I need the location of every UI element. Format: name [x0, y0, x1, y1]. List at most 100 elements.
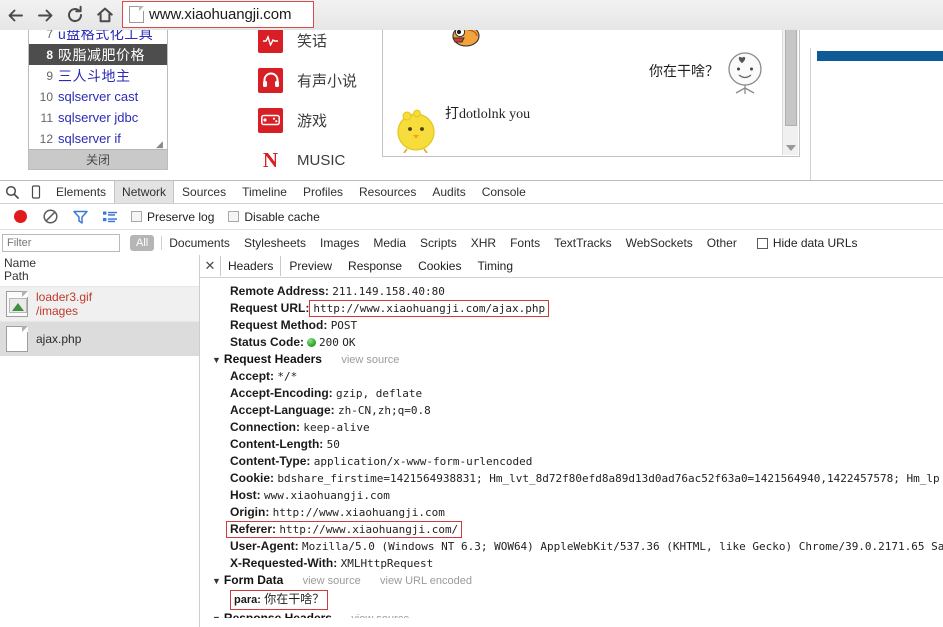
chat-scrollbar[interactable] [782, 30, 798, 155]
reload-icon[interactable] [60, 0, 90, 30]
generic-file-icon [6, 326, 28, 352]
header-accept-language: Accept-Language: zh-CN,zh;q=0.8 [212, 402, 943, 419]
header-content-type: Content-Type: application/x-www-form-url… [212, 453, 943, 470]
network-controls: Preserve log Disable cache [0, 204, 943, 230]
header-remote-address: Remote Address: 211.149.158.40:80 [212, 283, 943, 300]
tab-timing[interactable]: Timing [469, 256, 521, 276]
filter-type-other[interactable]: Other [707, 236, 737, 250]
header-key: Request URL: [230, 301, 310, 315]
header-value: POST [330, 319, 358, 332]
form-data-section[interactable]: ▼ Form Data view source view URL encoded [212, 572, 943, 589]
filter-type-documents[interactable]: Documents [169, 236, 230, 250]
channel-label: MUSIC [297, 151, 346, 169]
view-list-button[interactable] [95, 204, 125, 229]
tab-timeline[interactable]: Timeline [234, 181, 295, 203]
list-item[interactable]: 11 sqlserver jdbc [29, 107, 167, 128]
filter-type-websockets[interactable]: WebSockets [626, 236, 693, 250]
channel-item-audiobook[interactable]: 有声小说 [258, 60, 378, 100]
list-item[interactable]: 8 吸脂减肥价格 [29, 44, 167, 65]
channel-label: 有声小说 [297, 72, 358, 90]
forward-arrow-icon[interactable] [30, 0, 60, 30]
hide-data-urls-checkbox[interactable]: Hide data URLs [756, 236, 858, 250]
view-source-link[interactable]: view source [351, 613, 409, 618]
filter-input[interactable] [2, 234, 120, 252]
header-status-code: Status Code: 200 OK [212, 334, 943, 351]
filter-type-xhr[interactable]: XHR [471, 236, 496, 250]
list-item-label: sqlserver jdbc [58, 110, 139, 125]
header-connection: Connection: keep-alive [212, 419, 943, 436]
tab-cookies[interactable]: Cookies [410, 256, 469, 276]
filter-type-images[interactable]: Images [320, 236, 359, 250]
page-viewport: 7 u盘格式化工具 8 吸脂减肥价格 9 三人斗地主 10 sqlserver … [0, 30, 943, 180]
checkbox-box [756, 237, 768, 249]
clear-button[interactable] [35, 204, 65, 229]
tab-audits[interactable]: Audits [424, 181, 473, 203]
filter-type-texttracks[interactable]: TextTracks [554, 236, 612, 250]
device-mode-icon[interactable] [24, 181, 48, 203]
filter-type-scripts[interactable]: Scripts [420, 236, 457, 250]
tab-elements[interactable]: Elements [48, 181, 114, 203]
channel-item-joke[interactable]: 笑话 [258, 30, 378, 60]
form-data-key: para: [234, 594, 261, 606]
header-value: bdshare_firstime=1421564938831; Hm_lvt_8… [277, 472, 940, 485]
channel-item-music[interactable]: N MUSIC [258, 140, 378, 180]
column-header-path[interactable]: Path [4, 270, 195, 283]
filter-type-fonts[interactable]: Fonts [510, 236, 540, 250]
header-content-length: Content-Length: 50 [212, 436, 943, 453]
scroll-down-arrow-icon[interactable] [786, 145, 796, 151]
channel-item-game[interactable]: 游戏 [258, 100, 378, 140]
table-row[interactable]: ajax.php [0, 321, 199, 356]
tab-network[interactable]: Network [114, 181, 175, 203]
chat-message-user: 打dotlolnk you [445, 103, 530, 123]
tab-sources[interactable]: Sources [174, 181, 234, 203]
tab-preview[interactable]: Preview [281, 256, 340, 276]
home-icon[interactable] [90, 0, 120, 30]
hide-data-urls-label: Hide data URLs [772, 236, 858, 250]
filter-type-stylesheets[interactable]: Stylesheets [244, 236, 306, 250]
address-bar[interactable]: www.xiaohuangji.com [122, 1, 314, 28]
view-url-encoded-link[interactable]: view URL encoded [380, 575, 472, 587]
section-title: Response Headers [223, 611, 332, 618]
tab-headers[interactable]: Headers [220, 256, 282, 276]
filter-type-all[interactable]: All [130, 235, 155, 251]
view-source-link[interactable]: view source [341, 354, 399, 366]
tab-resources[interactable]: Resources [351, 181, 424, 203]
panel-header-bar [817, 51, 943, 61]
request-headers-section[interactable]: ▼ Request Headers view source [212, 351, 943, 368]
list-item[interactable]: 12 sqlserver if [29, 128, 167, 149]
tab-console[interactable]: Console [474, 181, 534, 203]
column-header-name[interactable]: Name [4, 257, 195, 270]
view-source-link[interactable]: view source [303, 575, 361, 587]
resource-file-name: loader3.gif [36, 290, 93, 304]
screenshot-root: www.xiaohuangji.com 7 u盘格式化工具 8 吸脂减肥价格 9… [0, 0, 943, 627]
image-file-icon [6, 291, 28, 317]
table-row[interactable]: loader3.gif /images [0, 286, 199, 321]
header-key: User-Agent: [230, 539, 299, 553]
list-item[interactable]: 9 三人斗地主 [29, 65, 167, 86]
resize-handle-icon[interactable]: ◢ [156, 140, 164, 149]
header-value: */* [277, 370, 298, 383]
header-key: Content-Type: [230, 454, 311, 468]
section-title: Form Data [223, 573, 284, 587]
list-item-label: sqlserver cast [58, 89, 139, 104]
close-icon[interactable]: ✕ [200, 258, 220, 274]
record-button[interactable] [5, 204, 35, 229]
back-arrow-icon[interactable] [0, 0, 30, 30]
scrollbar-thumb[interactable] [785, 30, 797, 126]
disable-cache-checkbox[interactable]: Disable cache [228, 210, 320, 224]
tab-response[interactable]: Response [340, 256, 410, 276]
preserve-log-checkbox[interactable]: Preserve log [131, 210, 214, 224]
filter-button[interactable] [65, 204, 95, 229]
inspect-icon[interactable] [0, 181, 24, 203]
close-button[interactable]: 关闭 [29, 149, 167, 169]
list-item[interactable]: 7 u盘格式化工具 [29, 30, 167, 44]
headphone-icon [258, 67, 283, 93]
list-item-label: 三人斗地主 [58, 67, 131, 84]
tab-profiles[interactable]: Profiles [295, 181, 351, 203]
header-request-method: Request Method: POST [212, 317, 943, 334]
header-key: Remote Address: [230, 284, 329, 298]
header-origin: Origin: http://www.xiaohuangji.com [212, 504, 943, 521]
response-headers-section[interactable]: ▼Response Headers view source [212, 610, 943, 618]
filter-type-media[interactable]: Media [373, 236, 406, 250]
list-item[interactable]: 10 sqlserver cast [29, 86, 167, 107]
